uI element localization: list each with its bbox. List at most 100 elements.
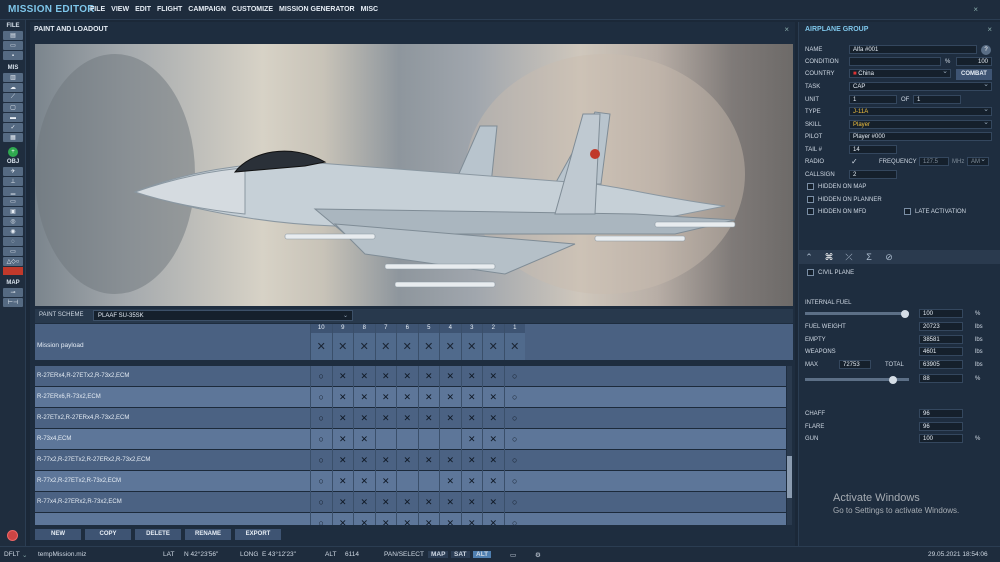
airplane-icon[interactable]: ✈ xyxy=(3,167,23,176)
fuel-input[interactable]: 100 xyxy=(919,309,963,318)
delete-button[interactable]: DELETE xyxy=(135,529,181,540)
alt-mode-button[interactable]: ALT xyxy=(473,551,492,558)
civil-plane-checkbox[interactable] xyxy=(807,269,814,276)
summary-tab-icon[interactable]: Σ xyxy=(859,252,879,262)
template-icon[interactable]: ◉ xyxy=(3,227,23,236)
map-mode-button[interactable]: MAP xyxy=(428,551,449,558)
payload-station-cell[interactable]: ✕ xyxy=(482,333,504,360)
task-select[interactable]: CAP xyxy=(849,81,992,91)
pilot-input[interactable]: Player #000 xyxy=(849,132,992,141)
late-activation-checkbox[interactable] xyxy=(904,208,911,215)
static-icon[interactable]: ▣ xyxy=(3,207,23,216)
menu-campaign[interactable]: CAMPAIGN xyxy=(188,6,226,13)
loadout-row[interactable]: R-27ETx2,R-27ERx4,R-73x2,ECM ○ ✕ ✕ ✕ ✕ ✕ ✕ ✕ ✕ ○ xyxy=(35,407,786,429)
combat-button[interactable]: COMBAT xyxy=(956,69,992,80)
payload-station-cell[interactable]: ✕ xyxy=(460,333,482,360)
copy-button[interactable]: COPY xyxy=(85,529,131,540)
briefing-icon[interactable]: ▬ xyxy=(3,113,23,122)
fuel-slider-knob[interactable] xyxy=(901,310,909,318)
payload-station-cell[interactable]: ✕ xyxy=(331,333,353,360)
settings-icon[interactable]: ⚙ xyxy=(535,551,541,559)
condition-slider-field[interactable] xyxy=(849,57,941,66)
condition-input[interactable]: 100 xyxy=(956,57,992,66)
shapes-icon[interactable]: △◇○ xyxy=(3,257,23,266)
add-object-icon[interactable]: + xyxy=(8,147,18,157)
pan-select-label[interactable]: PAN/SELECT xyxy=(384,551,424,558)
loadout-row[interactable]: R-77x2,R-27ETx2,R-73x2,ECM ○ ✕ ✕ ✕ ✕ ✕ ✕ ○ xyxy=(35,470,786,492)
payload-station-cell[interactable]: ✕ xyxy=(353,333,375,360)
loadout-row[interactable]: ○ ✕ ✕ ✕ ✕ ✕ ✕ ✕ ✕ ○ xyxy=(35,512,786,525)
menu-view[interactable]: VIEW xyxy=(111,6,129,13)
payload-station-cell[interactable]: ✕ xyxy=(439,333,461,360)
triggers-icon[interactable]: ▢ xyxy=(3,103,23,112)
payload-station-cell[interactable]: ✕ xyxy=(503,333,525,360)
modulation-select[interactable]: AM xyxy=(967,156,989,166)
navpoint-icon[interactable]: ▭ xyxy=(3,247,23,256)
app-close-icon[interactable]: × xyxy=(973,5,978,14)
weight-percent-input[interactable]: 88 xyxy=(919,374,963,383)
paint-scheme-select[interactable]: PLAAF SU-35SK ⌄ xyxy=(93,310,353,321)
loadout-row[interactable]: R-27ERx4,R-27ETx2,R-73x2,ECM ○ ✕ ✕ ✕ ✕ ✕ ✕ ✕ ✕ ○ xyxy=(35,366,786,387)
open-file-icon[interactable]: ▭ xyxy=(3,41,23,50)
failures-tab-icon[interactable]: ⊘ xyxy=(879,252,899,263)
type-select[interactable]: J-11A xyxy=(849,106,992,116)
rename-button[interactable]: RENAME xyxy=(185,529,231,540)
of-input[interactable]: 1 xyxy=(913,95,961,104)
fuel-slider[interactable] xyxy=(805,312,909,315)
payload-station-cell[interactable]: ✕ xyxy=(417,333,439,360)
new-file-icon[interactable]: ▤ xyxy=(3,31,23,40)
callsign-input[interactable]: 2 xyxy=(849,170,897,179)
mission-icon[interactable]: ▥ xyxy=(3,73,23,82)
map-ruler-icon[interactable]: ⊢⊣ xyxy=(3,298,23,307)
menu-flight[interactable]: FLIGHT xyxy=(157,6,182,13)
airfield-icon[interactable]: ◌ xyxy=(3,237,23,246)
help-icon[interactable]: ? xyxy=(981,45,991,55)
tail-input[interactable]: 14 xyxy=(849,145,897,154)
menu-mission-generator[interactable]: MISSION GENERATOR xyxy=(279,6,355,13)
loadout-row[interactable]: R-27ERx6,R-73x2,ECM ○ ✕ ✕ ✕ ✕ ✕ ✕ ✕ ✕ ○ xyxy=(35,386,786,408)
new-button[interactable]: NEW xyxy=(35,529,81,540)
menu-customize[interactable]: CUSTOMIZE xyxy=(232,6,273,13)
radio-check-icon[interactable]: ✓ xyxy=(851,157,858,166)
ship-icon[interactable]: ▁ xyxy=(3,187,23,196)
scrollbar-thumb[interactable] xyxy=(787,456,792,498)
chevron-down-icon[interactable]: ⌄ xyxy=(22,551,27,559)
loadout-scrollbar[interactable] xyxy=(787,366,792,525)
gun-input[interactable]: 100 xyxy=(919,434,963,443)
delete-object-icon[interactable] xyxy=(3,267,23,275)
unit-input[interactable]: 1 xyxy=(849,95,897,104)
zone-icon[interactable]: ◎ xyxy=(3,217,23,226)
loadout-row[interactable]: R-77x2,R-27ETx2,R-27ERx2,R-73x2,ECM ○ ✕ ✕ ✕ ✕… xyxy=(35,449,786,471)
hidden-map-checkbox[interactable] xyxy=(807,183,814,190)
payload-station-cell[interactable]: ✕ xyxy=(310,333,332,360)
panel-close-icon[interactable]: × xyxy=(784,25,789,34)
flare-input[interactable]: 96 xyxy=(919,422,963,431)
menu-file[interactable]: FILE xyxy=(90,6,105,13)
group-close-icon[interactable]: × xyxy=(987,25,992,34)
resources-icon[interactable]: ▦ xyxy=(3,133,23,142)
triggered-actions-tab-icon[interactable]: ⤫ xyxy=(839,252,859,263)
weight-slider-knob[interactable] xyxy=(889,376,898,384)
hidden-planner-checkbox[interactable] xyxy=(807,196,814,203)
export-button[interactable]: EXPORT xyxy=(235,529,281,540)
loadout-row[interactable]: R-73x4,ECM ○ ✕ ✕ ✕ ✕ ○ xyxy=(35,428,786,450)
check-icon[interactable]: ✓ xyxy=(3,123,23,132)
route-icon[interactable]: ⟋ xyxy=(3,93,23,102)
payload-station-cell[interactable]: ✕ xyxy=(374,333,396,360)
helicopter-icon[interactable]: ⊥ xyxy=(3,177,23,186)
sat-mode-button[interactable]: SAT xyxy=(451,551,470,558)
chaff-input[interactable]: 96 xyxy=(919,409,963,418)
save-file-icon[interactable]: ▪ xyxy=(3,51,23,60)
map-key-icon[interactable]: ⊸ xyxy=(3,288,23,297)
skill-select[interactable]: Player xyxy=(849,119,992,129)
screen-icon[interactable]: ▭ xyxy=(510,551,516,559)
menu-misc[interactable]: MISC xyxy=(361,6,379,13)
name-input[interactable]: Alfa #001 xyxy=(849,45,977,54)
payload-tab-icon[interactable]: ⌘ xyxy=(819,252,839,263)
route-tab-icon[interactable]: ⌃ xyxy=(799,252,819,263)
menu-edit[interactable]: EDIT xyxy=(135,6,151,13)
payload-station-cell[interactable]: ✕ xyxy=(396,333,418,360)
weather-icon[interactable]: ☁ xyxy=(3,83,23,92)
record-icon[interactable] xyxy=(7,530,18,541)
country-select[interactable]: ■ China xyxy=(849,68,951,78)
